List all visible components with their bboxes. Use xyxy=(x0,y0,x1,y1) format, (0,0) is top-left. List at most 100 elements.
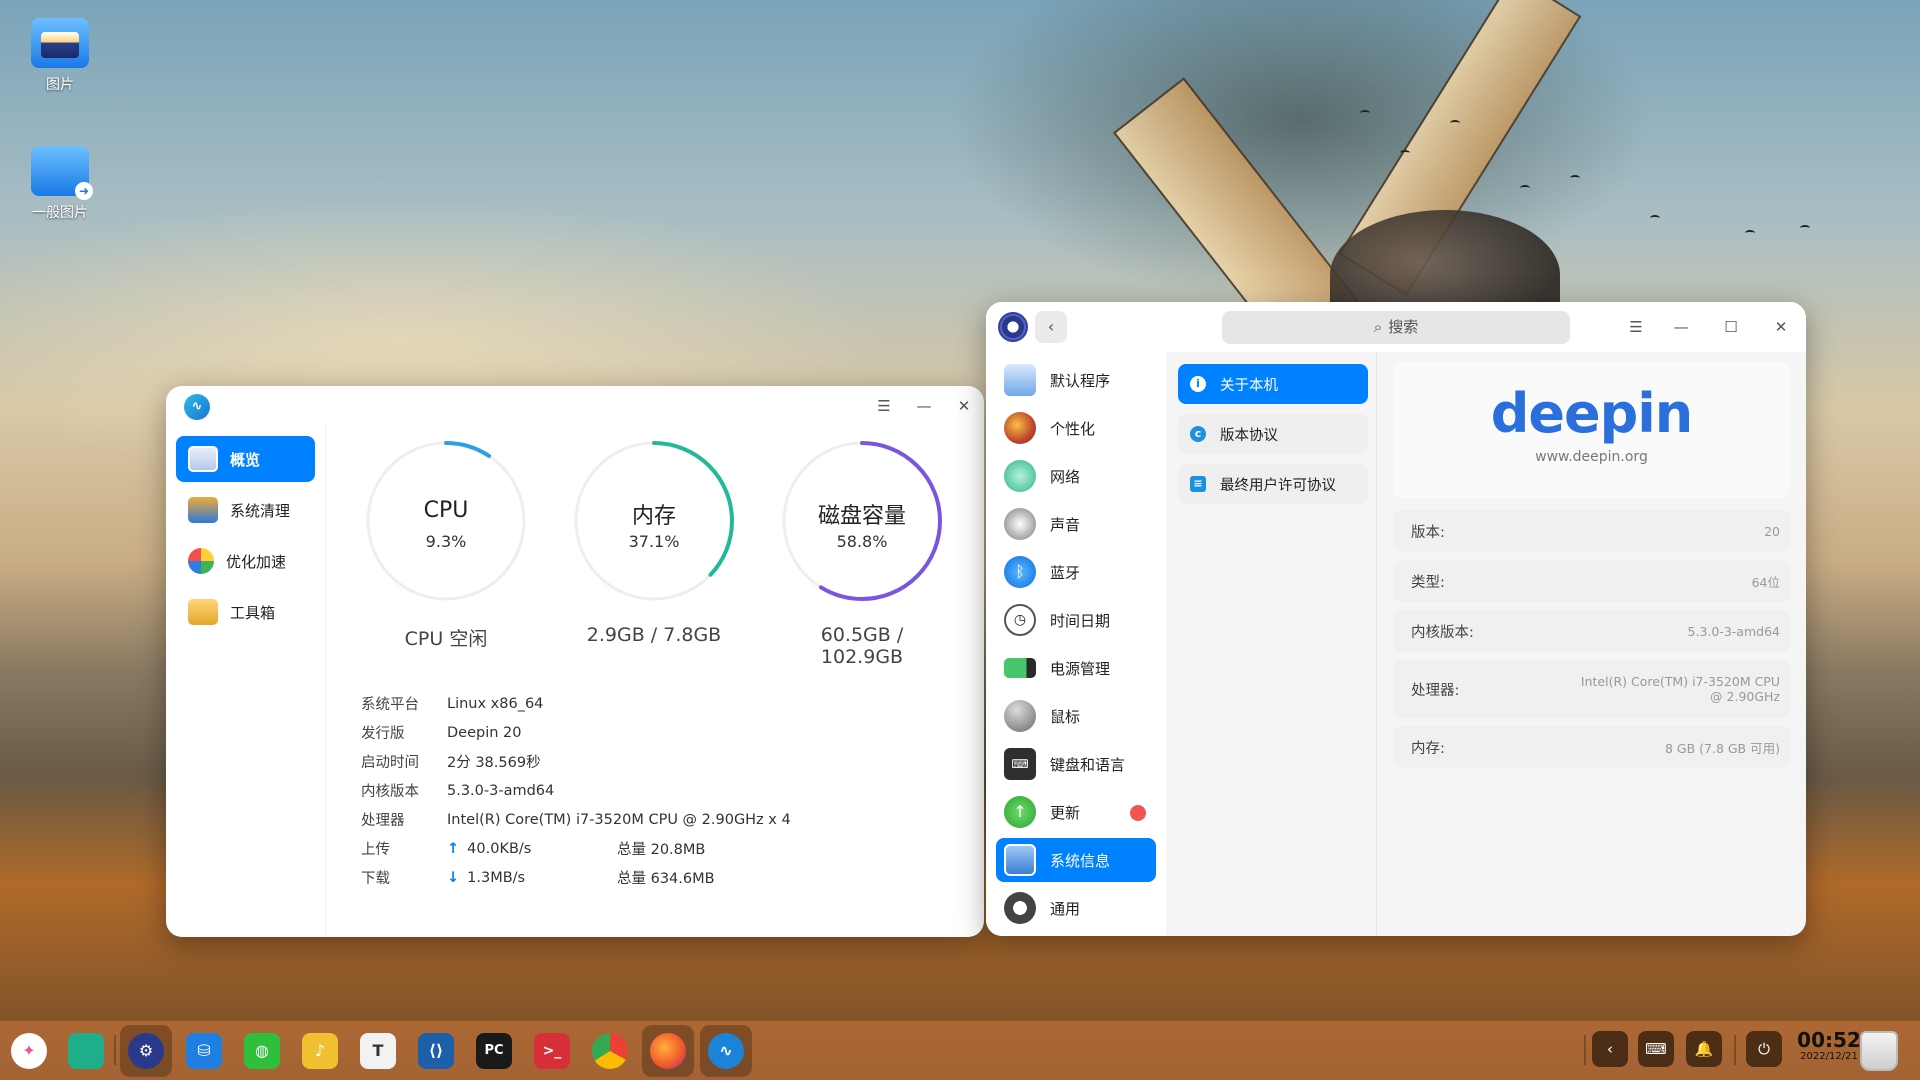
system-monitor-window: ∿ ☰ — ✕ 概览 系统清理 优化加速 工具箱 CPU 9.3% CPU 空闲… xyxy=(166,386,984,937)
trash-icon[interactable] xyxy=(1860,1031,1898,1071)
dock-app-system-monitor[interactable]: ∿ xyxy=(700,1025,752,1077)
close-button[interactable]: ✕ xyxy=(1761,307,1801,347)
subnav-item-eula[interactable]: ≡ 最终用户许可协议 xyxy=(1178,464,1368,504)
power-button[interactable]: ⏻ xyxy=(1746,1031,1782,1067)
dock-app-text-editor[interactable]: T xyxy=(352,1025,404,1077)
sidebar-item-optimize[interactable]: 优化加速 xyxy=(176,538,315,584)
dock-app-music[interactable]: ♪ xyxy=(294,1025,346,1077)
wechat-icon: ◍ xyxy=(244,1033,280,1069)
detail-row-type: 类型: 64位 xyxy=(1393,560,1790,602)
info-key: 系统平台 xyxy=(361,697,419,713)
music-icon: ♪ xyxy=(302,1033,338,1069)
dock-app-launcher[interactable]: ✦ xyxy=(3,1025,55,1077)
subnav-item-label: 最终用户许可协议 xyxy=(1220,477,1336,494)
nav-item-update[interactable]: ↑ 更新 xyxy=(996,790,1156,834)
dock-app-vscode[interactable]: ⟨⟩ xyxy=(410,1025,462,1077)
info-row: 上传 ↑ 40.0KB/s 总量 20.8MB xyxy=(361,834,847,863)
dock-app-firefox[interactable] xyxy=(642,1025,694,1077)
gauge-subtitle: CPU 空闲 xyxy=(404,628,488,650)
document-icon: ≡ xyxy=(1190,476,1206,492)
bird xyxy=(1650,215,1660,221)
dock-app-wechat[interactable]: ◍ xyxy=(236,1025,288,1077)
default-apps-icon xyxy=(1004,364,1036,396)
nav-item-bluetooth[interactable]: ᛒ 蓝牙 xyxy=(996,550,1156,594)
bluetooth-icon: ᛒ xyxy=(1004,556,1036,588)
back-button[interactable]: ‹ xyxy=(1035,311,1067,343)
dock-app-pycharm[interactable]: PC xyxy=(468,1025,520,1077)
clock[interactable]: 00:52 2022/12/21 xyxy=(1796,1029,1862,1062)
gauge-title: CPU xyxy=(423,498,469,523)
shortcut-arrow-icon: ➜ xyxy=(75,182,93,200)
sidebar-item-toolbox[interactable]: 工具箱 xyxy=(176,589,315,635)
upload-total: 总量 20.8MB xyxy=(617,842,706,858)
system-monitor-icon: ∿ xyxy=(708,1033,744,1069)
subnav-item-edition-license[interactable]: c 版本协议 xyxy=(1178,414,1368,454)
brand-card: deepin www.deepin.org xyxy=(1393,362,1790,498)
menu-button[interactable]: ☰ xyxy=(1616,307,1656,347)
subnav-item-about[interactable]: i 关于本机 xyxy=(1178,364,1368,404)
pycharm-icon: PC xyxy=(476,1033,512,1069)
minimize-button[interactable]: — xyxy=(904,386,944,426)
search-input[interactable]: ⌕ 搜索 xyxy=(1222,311,1570,344)
nav-item-default-apps[interactable]: 默认程序 xyxy=(996,358,1156,402)
maximize-button[interactable]: ☐ xyxy=(1711,307,1751,347)
sidebar-item-overview[interactable]: 概览 xyxy=(176,436,315,482)
download-speed: ↓ 1.3MB/s xyxy=(447,870,617,886)
nav-item-label: 默认程序 xyxy=(1050,371,1111,390)
info-key: 处理器 xyxy=(361,813,405,829)
dock-app-desktop[interactable] xyxy=(60,1025,112,1077)
dock-app-chrome[interactable] xyxy=(584,1025,636,1077)
info-value: 2分 38.569秒 xyxy=(447,755,541,771)
nav-item-general[interactable]: 通用 xyxy=(996,886,1156,930)
desktop-icon-general-pictures[interactable]: ➜ 一般图片 xyxy=(15,146,105,222)
deepin-logo: deepin xyxy=(1490,382,1694,445)
system-monitor-logo-icon: ∿ xyxy=(184,394,210,420)
nav-item-personalization[interactable]: 个性化 xyxy=(996,406,1156,450)
menu-button[interactable]: ☰ xyxy=(864,386,904,426)
detail-row-kernel: 内核版本: 5.3.0-3-amd64 xyxy=(1393,610,1790,652)
bird xyxy=(1360,110,1370,116)
nav-item-power[interactable]: 电源管理 xyxy=(996,646,1156,690)
info-key: 内核版本 xyxy=(361,784,419,800)
dock-collapse-button[interactable]: ‹ xyxy=(1592,1031,1628,1067)
dock-app-terminal[interactable]: >_ xyxy=(526,1025,578,1077)
gauge-subtitle: 60.5GB / 102.9GB xyxy=(820,624,904,668)
about-panel: deepin www.deepin.org 版本: 20 类型: 64位 内核版本:… xyxy=(1376,352,1806,936)
bird xyxy=(1520,185,1530,191)
control-center-logo-icon xyxy=(998,312,1028,342)
update-badge xyxy=(1130,805,1146,821)
desktop-icon-label: 一般图片 xyxy=(32,205,88,221)
launcher-icon: ✦ xyxy=(11,1033,47,1069)
minimize-button[interactable]: — xyxy=(1661,307,1701,347)
speaker-icon xyxy=(1004,508,1036,540)
clock-icon: ◷ xyxy=(1004,604,1036,636)
info-value: 5.3.0-3-amd64 xyxy=(447,782,555,799)
bell-icon: 🔔 xyxy=(1694,1040,1714,1058)
nav-item-mouse[interactable]: 鼠标 xyxy=(996,694,1156,738)
detail-value: 64位 xyxy=(1751,574,1780,590)
nav-item-label: 网络 xyxy=(1050,467,1081,486)
info-row: 发行版 Deepin 20 xyxy=(361,718,847,747)
overview-icon xyxy=(188,446,218,472)
sidebar-item-cleanup[interactable]: 系统清理 xyxy=(176,487,315,533)
website-link[interactable]: www.deepin.org xyxy=(1393,449,1790,465)
nav-item-label: 鼠标 xyxy=(1050,707,1081,726)
text-editor-icon: T xyxy=(360,1033,396,1069)
nav-item-system-info[interactable]: 系统信息 xyxy=(996,838,1156,882)
control-center-icon: ⚙ xyxy=(128,1033,164,1069)
sidebar-item-label: 概览 xyxy=(230,450,261,469)
nav-item-keyboard[interactable]: ⌨ 键盘和语言 xyxy=(996,742,1156,786)
onscreen-keyboard-button[interactable]: ⌨ xyxy=(1638,1031,1674,1067)
nav-item-sound[interactable]: 声音 xyxy=(996,502,1156,546)
desktop-icon-pictures[interactable]: 图片 xyxy=(15,18,105,94)
notification-button[interactable]: 🔔 xyxy=(1686,1031,1722,1067)
nav-item-datetime[interactable]: ◷ 时间日期 xyxy=(996,598,1156,642)
bird xyxy=(1745,230,1755,236)
bird xyxy=(1400,150,1410,156)
close-button[interactable]: ✕ xyxy=(944,386,984,426)
detail-row-version: 版本: 20 xyxy=(1393,510,1790,552)
dock-app-control-center[interactable]: ⚙ xyxy=(120,1025,172,1077)
dock-app-app-store[interactable]: ⛁ xyxy=(178,1025,230,1077)
info-row: 下载 ↓ 1.3MB/s 总量 634.6MB xyxy=(361,863,847,892)
nav-item-network[interactable]: 网络 xyxy=(996,454,1156,498)
